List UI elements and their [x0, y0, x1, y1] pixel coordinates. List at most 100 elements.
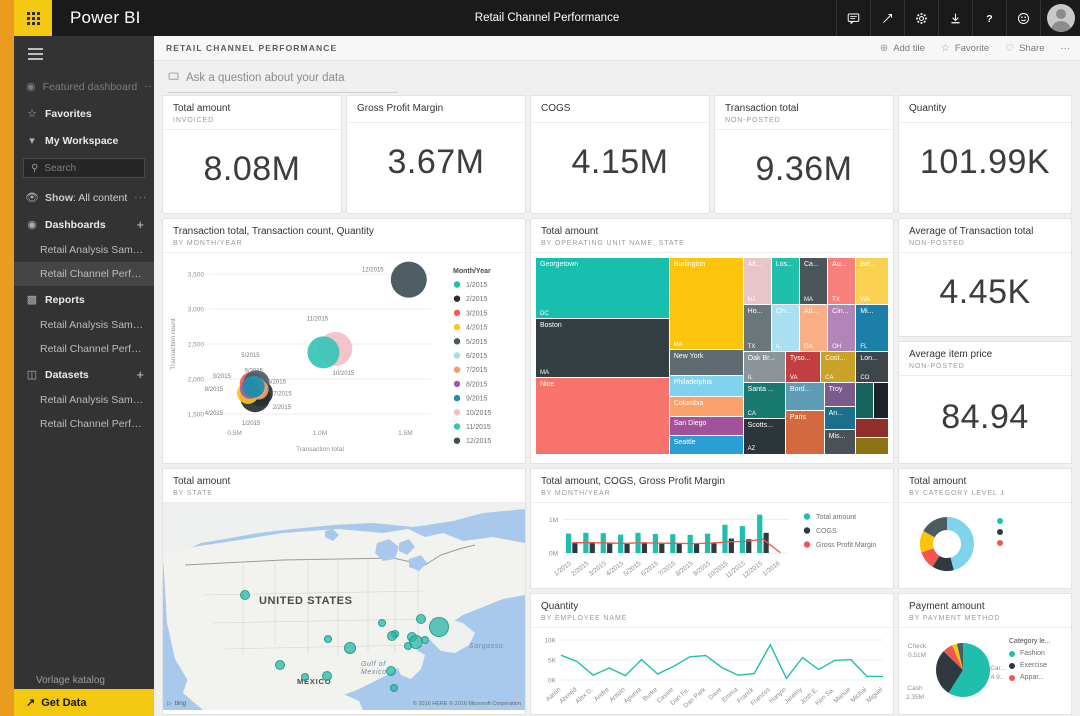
tile-pie-payment-amount[interactable]: Payment amount BY PAYMENT METHOD Check0.…	[898, 593, 1072, 715]
sidebar-item-retail-channel-performance-dataset[interactable]: Retail Channel Performan...	[14, 412, 154, 436]
waffle-menu-button[interactable]	[14, 0, 52, 36]
treemap-cell[interactable]	[874, 383, 888, 418]
treemap-cell[interactable]: BurlingtonMA	[670, 258, 744, 350]
sidebar-item-retail-analysis-sample-dataset[interactable]: Retail Analysis Sample	[14, 388, 154, 412]
treemap-cell[interactable]: Paris	[786, 411, 825, 454]
treemap-cell[interactable]: BostonMA	[536, 319, 670, 378]
treemap-cell[interactable]: Cost...CA	[821, 352, 856, 383]
treemap-cell[interactable]: An...	[825, 407, 857, 431]
treemap-cell[interactable]: Philadelphia	[670, 376, 744, 398]
qa-input[interactable]: Ask a question about your data	[168, 63, 398, 93]
treemap-cell[interactable]: Columbia	[670, 397, 744, 417]
legend-item-exercise[interactable]	[997, 529, 1067, 535]
scatter-chart[interactable]: 1,5002,0002,5003,0003,5000.5M1.0M1.5MTra…	[163, 253, 525, 459]
map-bubble[interactable]	[421, 636, 429, 644]
help-icon[interactable]: ?	[972, 0, 1006, 36]
kpi-tile-quantity[interactable]: Quantity 101.99K	[898, 95, 1072, 214]
treemap-cell[interactable]: Lon...CO	[856, 352, 888, 383]
treemap-cell[interactable]: Seattle	[670, 436, 744, 454]
treemap-cell[interactable]: GeorgetownDC	[536, 258, 670, 319]
treemap-cell[interactable]: Troy	[825, 383, 857, 407]
combo-chart[interactable]: 0M1M1/20152/20153/20154/20155/20156/2015…	[531, 503, 893, 584]
sidebar-item-show-filter[interactable]: 👁 Show: All content ···	[14, 184, 154, 211]
treemap-cell[interactable]: Chi...IL	[772, 305, 800, 352]
legend-item-cards[interactable]: Fashion	[1009, 650, 1067, 657]
add-tile-button[interactable]: ⊕ Add tile	[880, 43, 925, 54]
show-more-icon[interactable]: ···	[134, 192, 147, 203]
sidebar-item-my-workspace[interactable]: ▾ My Workspace	[14, 127, 154, 154]
add-dashboard-icon[interactable]: +	[136, 218, 144, 231]
share-button[interactable]: ♡ Share	[1005, 43, 1044, 54]
treemap-cell[interactable]: Mi...FL	[856, 305, 888, 352]
treemap-cell[interactable]	[856, 419, 888, 439]
smiley-icon[interactable]	[1006, 0, 1040, 36]
expand-icon[interactable]	[870, 0, 904, 36]
sidebar-item-retail-analysis-sample-dashboard[interactable]: Retail Analysis Sample	[14, 238, 154, 262]
kpi-tile-average-transaction-total[interactable]: Average of Transaction total NON-POSTED …	[898, 218, 1072, 337]
treemap-cell[interactable]: Oak Br...IL	[744, 352, 786, 383]
treemap-cell[interactable]: Ca...MA	[800, 258, 828, 305]
treemap-cell[interactable]: Cin...OH	[828, 305, 856, 352]
sidebar-item-retail-channel-performance-report[interactable]: Retail Channel Performan...	[14, 337, 154, 361]
sidebar-item-retail-analysis-sample-report[interactable]: Retail Analysis Sample	[14, 313, 154, 337]
settings-icon[interactable]	[904, 0, 938, 36]
treemap-cell[interactable]: Los...	[772, 258, 800, 305]
treemap-chart[interactable]: GeorgetownDCBostonMANiceBurlingtonMANew …	[531, 253, 893, 459]
treemap-cell[interactable]: Bord...	[786, 383, 825, 410]
tile-donut-category[interactable]: Total amount BY CATEGORY LEVEL 1	[898, 468, 1072, 589]
map-bubble[interactable]	[416, 614, 426, 624]
download-icon[interactable]	[938, 0, 972, 36]
map-bubble[interactable]	[429, 617, 449, 637]
tile-treemap-total-amount[interactable]: Total amount BY OPERATING UNIT NAME, STA…	[530, 218, 894, 464]
treemap-cell[interactable]: Alt...NJ	[744, 258, 772, 305]
sidebar-section-dashboards[interactable]: ◉ Dashboards +	[14, 211, 154, 238]
add-dataset-icon[interactable]: +	[136, 368, 144, 381]
sidebar-item-favorites[interactable]: ☆ Favorites	[14, 100, 154, 127]
legend-item-fashion[interactable]	[997, 518, 1067, 524]
map-bubble[interactable]	[324, 635, 332, 643]
map-bubble[interactable]	[275, 660, 285, 670]
map-bubble[interactable]	[344, 642, 356, 654]
map-bubble[interactable]	[387, 631, 397, 641]
treemap-cell[interactable]: Santa ...CA	[744, 383, 786, 418]
map-bubble[interactable]	[240, 590, 250, 600]
treemap-cell[interactable]	[856, 383, 874, 418]
legend-item-check[interactable]: Appar...	[1009, 674, 1067, 681]
tile-combo-total-cogs-margin[interactable]: Total amount, COGS, Gross Profit Margin …	[530, 468, 894, 589]
treemap-cell[interactable]: Au...TX	[828, 258, 856, 305]
favorite-button[interactable]: ☆ Favorite	[941, 43, 989, 54]
map-bubble[interactable]	[322, 671, 332, 681]
treemap-cell[interactable]: Scotts...AZ	[744, 419, 786, 454]
map-bubble[interactable]	[404, 642, 412, 650]
kpi-tile-average-item-price[interactable]: Average item price NON-POSTED 84.94	[898, 341, 1072, 464]
map-bubble[interactable]	[390, 684, 398, 692]
sidebar-item-retail-channel-performance-dashboard[interactable]: Retail Channel Performan...	[14, 262, 154, 286]
legend-item-cash[interactable]: Exercise	[1009, 662, 1067, 669]
tile-scatter-transaction[interactable]: Transaction total, Transaction count, Qu…	[162, 218, 526, 464]
map-chart[interactable]: UNITED STATES MEXICO Gulf ofMexico Sarga…	[163, 503, 525, 710]
treemap-cell[interactable]: Ho...TX	[744, 305, 772, 352]
treemap-cell[interactable]: Tyso...VA	[786, 352, 821, 383]
treemap-cell[interactable]: Mis...	[825, 430, 857, 454]
search-input[interactable]: ⚲ Search	[23, 158, 145, 178]
brand-title[interactable]: Power BI	[70, 8, 141, 28]
donut-chart[interactable]	[899, 503, 1071, 584]
kpi-tile-total-amount[interactable]: Total amount INVOICED 8.08M	[162, 95, 342, 214]
kpi-tile-transaction-total[interactable]: Transaction total NON-POSTED 9.36M	[714, 95, 894, 214]
treemap-cell[interactable]: San Diego	[670, 417, 744, 437]
treemap-cell[interactable]: Bel...WA	[856, 258, 888, 305]
sidebar-section-datasets[interactable]: ◫ Datasets +	[14, 361, 154, 388]
pie-chart[interactable]: Check0.51MCash2.35MCar...4.9... Category…	[899, 628, 1071, 710]
tile-map-total-amount[interactable]: Total amount BY STATE	[162, 468, 526, 715]
more-options-button[interactable]: ···	[1061, 43, 1071, 54]
legend-item-apparel[interactable]	[997, 540, 1067, 546]
treemap-cell[interactable]: Nice	[536, 378, 670, 454]
template-catalog-link[interactable]: Vorlage katalog	[14, 671, 154, 689]
treemap-cell[interactable]: Atl...GA	[800, 305, 828, 352]
map-bubble[interactable]	[301, 673, 309, 681]
account-menu-button[interactable]	[1040, 0, 1080, 36]
tile-line-quantity-by-employee[interactable]: Quantity BY EMPLOYEE NAME 0K5K10KAaronAh…	[530, 593, 894, 715]
map-bubble[interactable]	[386, 666, 396, 676]
map-bubble[interactable]	[378, 619, 386, 627]
treemap-cell[interactable]	[856, 438, 888, 454]
